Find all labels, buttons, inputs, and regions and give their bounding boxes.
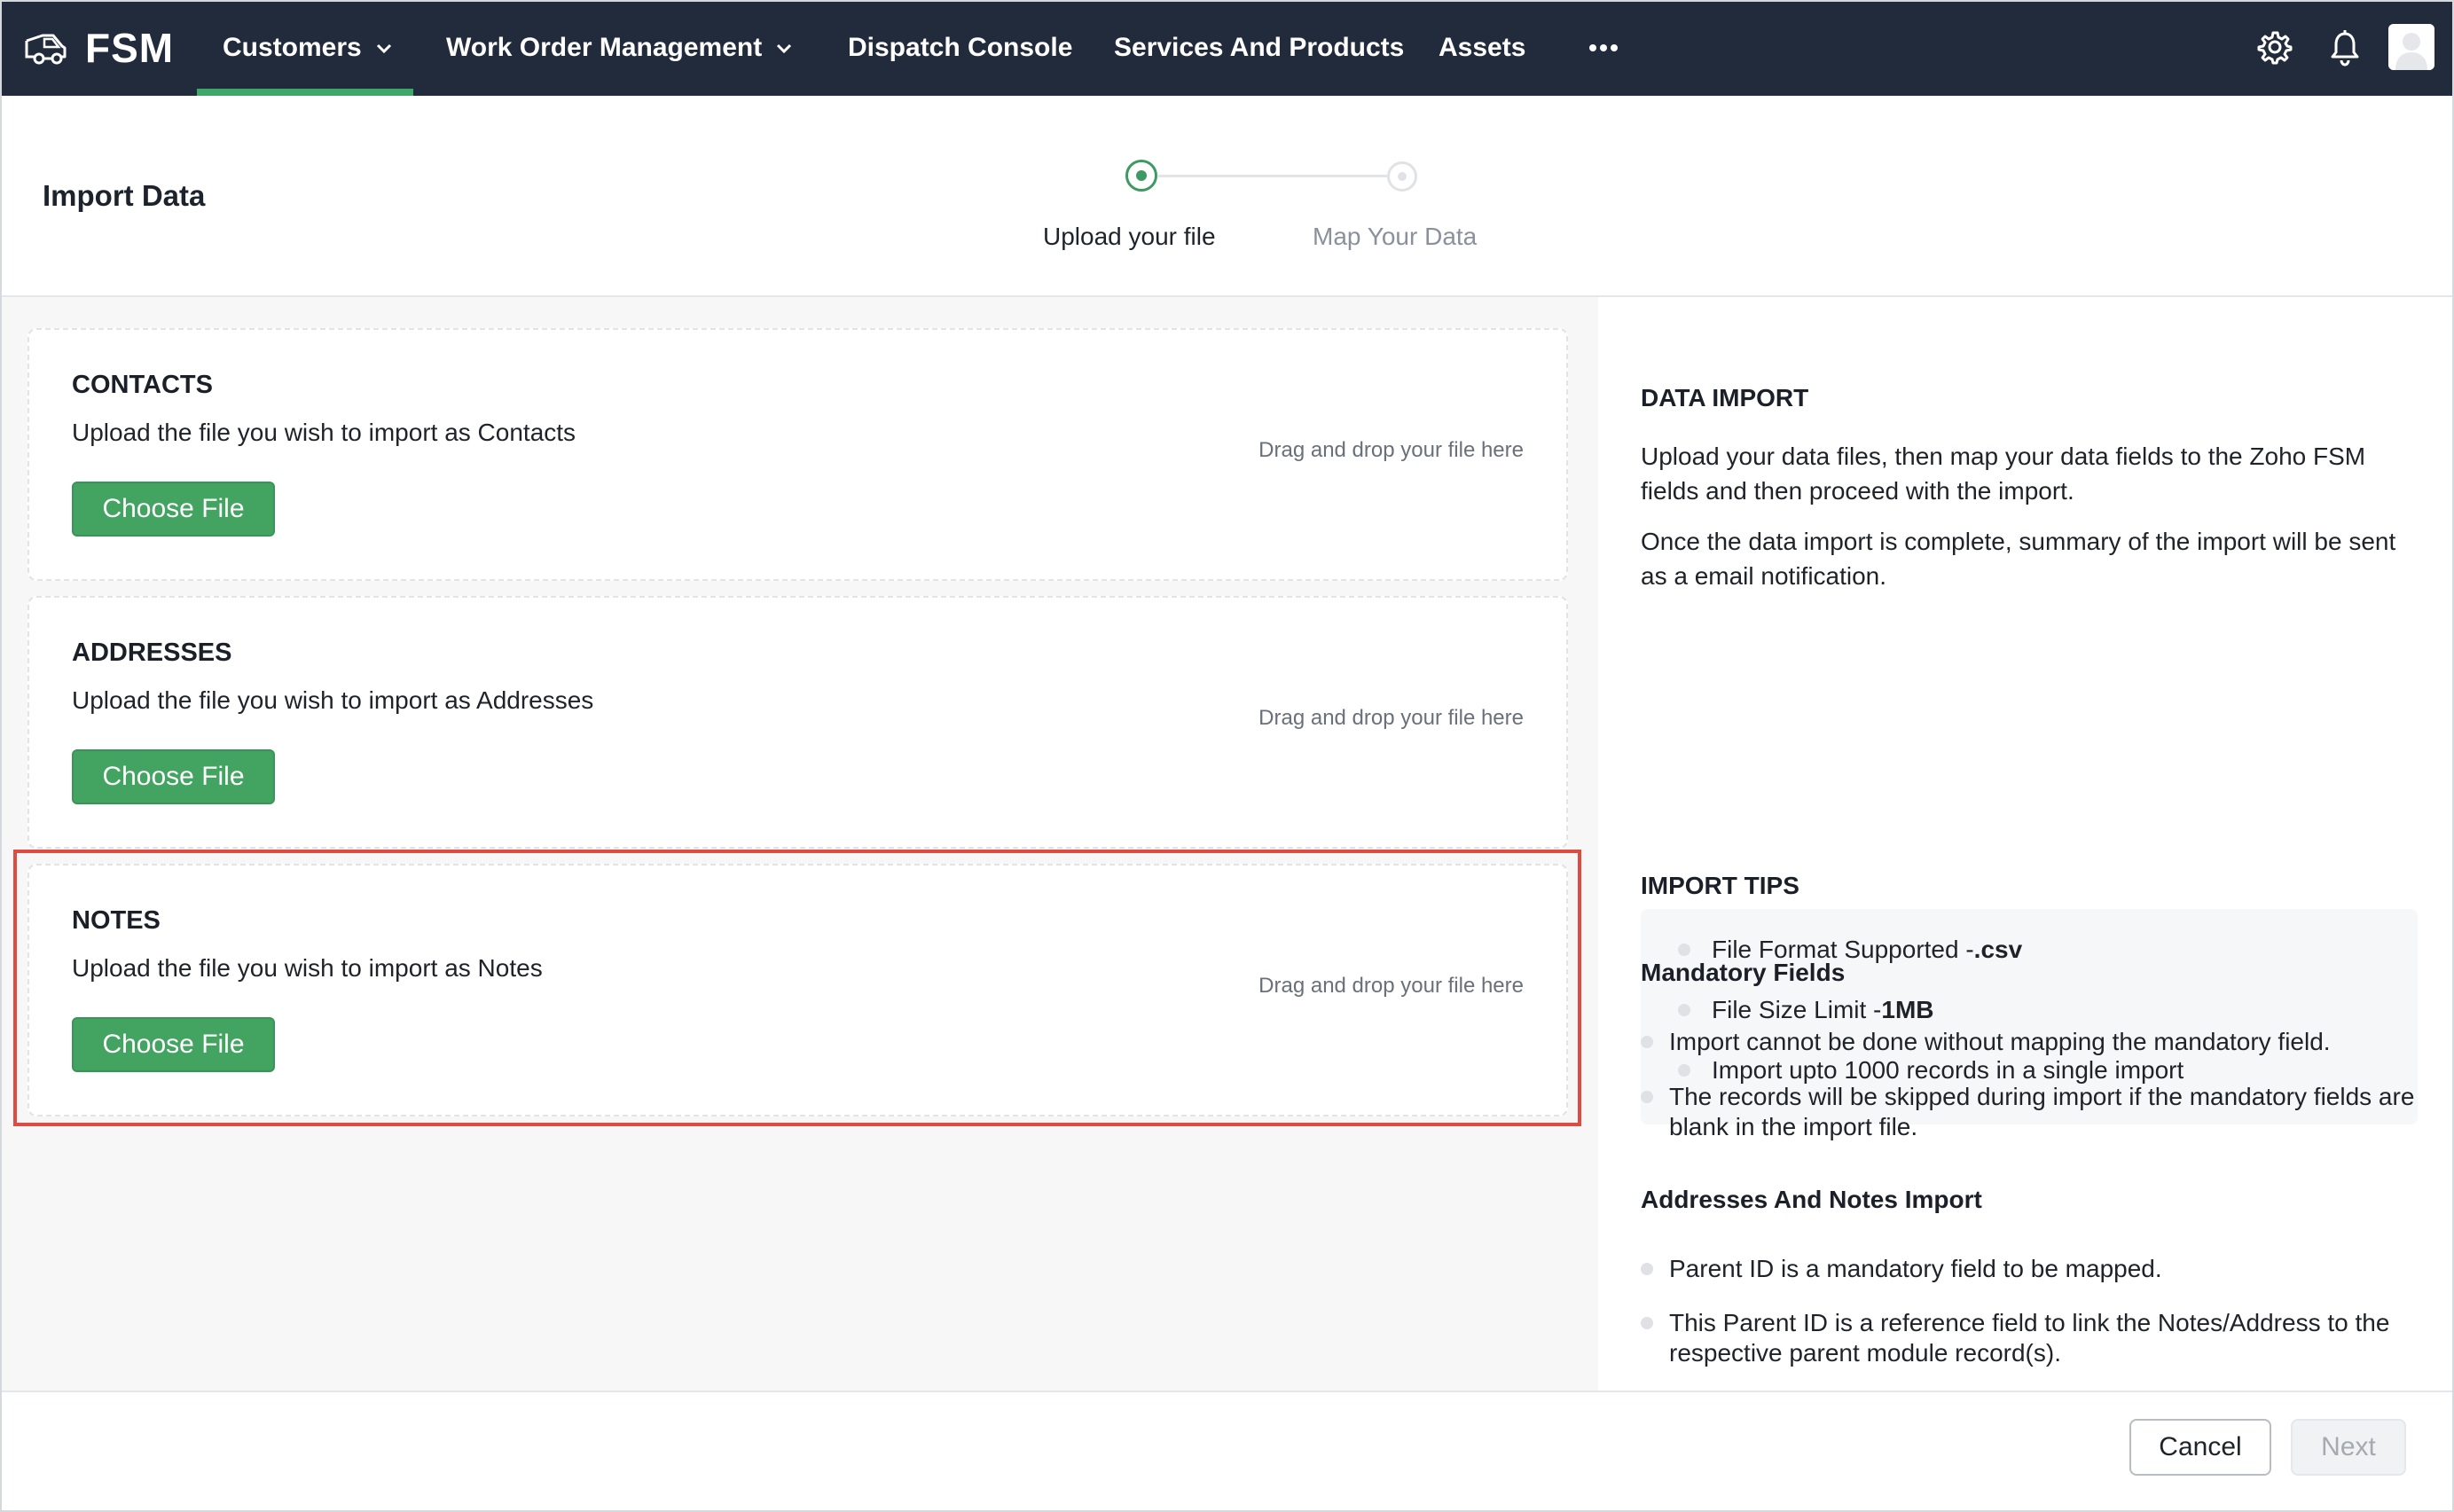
info-value: 1MB (1881, 996, 1934, 1023)
info-label: Import upto 1000 records in a single imp… (1712, 1056, 2184, 1084)
notes-card-highlight (13, 850, 1581, 1126)
bell-icon[interactable] (2328, 29, 2362, 67)
stepper-connector (1158, 175, 1387, 177)
info-value: .csv (1973, 936, 2023, 963)
card-title: ADDRESSES (72, 638, 232, 667)
service-van-icon (25, 34, 67, 65)
addresses-notes-heading: Addresses And Notes Import (1641, 1186, 1982, 1213)
upload-card-addresses[interactable]: ADDRESSES Upload the file you wish to im… (27, 596, 1568, 849)
page-header: Import Data Upload your file Map Your Da… (0, 96, 2454, 297)
card-description: Upload the file you wish to import as Ad… (72, 686, 594, 714)
user-avatar-icon (2388, 24, 2434, 70)
step-label-upload: Upload your file (1043, 223, 1216, 250)
data-import-heading: DATA IMPORT (1641, 384, 1809, 411)
ellipsis-icon[interactable] (1588, 37, 1619, 59)
bullet-icon (1641, 1317, 1653, 1329)
nav-item-services-and-products[interactable]: Services And Products (1114, 0, 1404, 96)
import-tips-heading: IMPORT TIPS (1641, 872, 1799, 899)
tip-text: Parent ID is a mandatory field to be map… (1669, 1255, 2162, 1282)
list-item: Import upto 1000 records in a single imp… (1641, 1056, 2184, 1085)
list-item: This Parent ID is a reference field to l… (1641, 1308, 2421, 1368)
nav-item-work-order-management[interactable]: Work Order Management (446, 0, 794, 96)
nav-item-dispatch-console[interactable]: Dispatch Console (848, 0, 1072, 96)
nav-item-label: Assets (1439, 33, 1526, 62)
upload-cards-panel: CONTACTS Upload the file you wish to imp… (0, 297, 1598, 1392)
tip-text: This Parent ID is a reference field to l… (1669, 1309, 2390, 1367)
choose-file-button[interactable]: Choose File (72, 749, 275, 804)
import-info-panel: DATA IMPORT Upload your data files, then… (1598, 297, 2454, 1392)
bullet-icon (1678, 1004, 1690, 1016)
list-item: File Size Limit - 1MB (1641, 996, 1934, 1024)
gear-icon[interactable] (2257, 29, 2293, 65)
drop-zone-hint: Drag and drop your file here (1258, 706, 1524, 730)
drop-zone-hint: Drag and drop your file here (1258, 438, 1524, 462)
chevron-down-icon (777, 43, 792, 54)
footer-actions: Cancel Next (0, 1391, 2454, 1512)
card-title: CONTACTS (72, 371, 213, 399)
card-description: Upload the file you wish to import as Co… (72, 419, 576, 446)
bullet-icon (1641, 1036, 1653, 1048)
data-import-description: Upload your data files, then map your da… (1641, 443, 2366, 505)
nav-item-label: Services And Products (1114, 33, 1405, 62)
list-item: Import cannot be done without mapping th… (1641, 1027, 2421, 1057)
info-label: File Size Limit - (1712, 996, 1882, 1023)
choose-file-button[interactable]: Choose File (72, 482, 275, 537)
data-import-notification-text: Once the data import is complete, summar… (1641, 528, 2396, 590)
upload-card-contacts[interactable]: CONTACTS Upload the file you wish to imp… (27, 328, 1568, 581)
step-label-map: Map Your Data (1313, 223, 1478, 250)
nav-item-label: Work Order Management (446, 33, 763, 62)
nav-item-customers[interactable]: Customers (223, 0, 394, 96)
bullet-icon (1641, 1091, 1653, 1103)
bullet-icon (1641, 1263, 1653, 1275)
page-title: Import Data (43, 179, 206, 212)
nav-item-label: Dispatch Console (848, 33, 1073, 62)
next-button[interactable]: Next (2291, 1419, 2406, 1476)
chevron-down-icon (376, 43, 391, 54)
nav-item-assets[interactable]: Assets (1439, 0, 1525, 96)
top-navigation-bar: FSM Customers Work Order Management Disp… (0, 0, 2454, 96)
nav-item-label: Customers (223, 33, 362, 62)
list-item: The records will be skipped during impor… (1641, 1082, 2421, 1142)
brand[interactable]: FSM (23, 0, 174, 96)
brand-name: FSM (85, 25, 175, 71)
step-indicator-current (1125, 160, 1157, 192)
step-indicator-pending (1387, 161, 1417, 192)
bullet-icon (1678, 944, 1690, 956)
bullet-icon (1678, 1064, 1690, 1077)
tip-text: Import cannot be done without mapping th… (1669, 1028, 2331, 1055)
mandatory-fields-heading: Mandatory Fields (1641, 959, 1846, 986)
avatar[interactable] (2388, 24, 2434, 70)
list-item: Parent ID is a mandatory field to be map… (1641, 1254, 2421, 1284)
tip-text: The records will be skipped during impor… (1669, 1083, 2415, 1140)
nav-active-indicator (197, 89, 413, 96)
cancel-button[interactable]: Cancel (2129, 1419, 2271, 1476)
